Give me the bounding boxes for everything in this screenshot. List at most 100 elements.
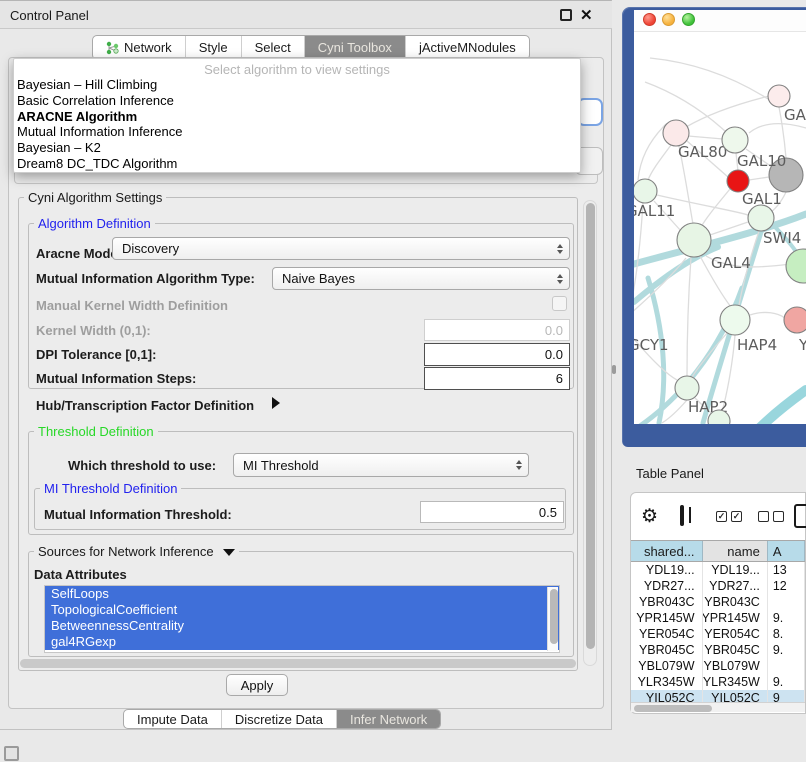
attribute-item-gal4rgexp[interactable]: gal4RGexp (45, 634, 559, 650)
table-body: YDL19...YDL19...13YDR27...YDR27...12YBR0… (631, 562, 805, 702)
kernel-width-label: Kernel Width (0,1): (36, 323, 151, 338)
algorithm-option-bayesian-hill-climbing[interactable]: Bayesian – Hill Climbing (14, 77, 580, 93)
kernel-width-field[interactable]: 0.0 (424, 319, 570, 341)
algorithm-option-bayesian-k2[interactable]: Bayesian – K2 (14, 140, 580, 156)
tab-network[interactable]: Network (93, 36, 185, 59)
table-row[interactable]: YPR145WYPR145W9. (631, 610, 805, 626)
select-all-checkbox-icon-2[interactable]: ✓ (731, 511, 742, 522)
table-settings-gear-icon[interactable]: ⚙ (641, 507, 658, 526)
network-window-titlebar (634, 10, 806, 32)
threshold-definition-title: Threshold Definition (34, 424, 158, 439)
network-view[interactable]: GALGAL80GAL10GAL1GAL11SWI4GAL4GCY1HAP4YH… (634, 10, 806, 424)
zoom-window-icon[interactable] (682, 13, 695, 26)
dpi-tolerance-label: DPI Tolerance [0,1]: (36, 347, 156, 362)
tab-cyni-toolbox[interactable]: Cyni Toolbox (304, 36, 405, 59)
network-node-gal[interactable] (768, 85, 790, 107)
network-node-gal4[interactable] (677, 223, 711, 257)
table-row[interactable]: YDL19...YDL19...13 (631, 562, 805, 578)
panel-splitter-handle[interactable] (612, 365, 616, 374)
table-row[interactable]: YER054CYER054C8. (631, 626, 805, 642)
collapsed-panel-icon[interactable] (4, 746, 19, 761)
control-panel-titlebar: Control Panel ✕ (0, 1, 612, 29)
manual-kernel-width-checkbox[interactable] (552, 296, 567, 311)
apply-button[interactable]: Apply (226, 674, 288, 696)
table-horizontal-scrollbar[interactable] (631, 702, 805, 712)
table-row[interactable]: YBL079WYBL079W (631, 658, 805, 674)
algorithm-option-basic-correlation-inference[interactable]: Basic Correlation Inference (14, 93, 580, 109)
node-label-y: Y (798, 336, 806, 354)
algorithm-option-dream8-dc-tdc-algorithm[interactable]: Dream8 DC_TDC Algorithm (14, 156, 580, 172)
table-cell: YLR345W (703, 674, 768, 690)
algorithm-option-mutual-information-inference[interactable]: Mutual Information Inference (14, 124, 580, 140)
attributes-scrollbar[interactable] (547, 587, 558, 651)
node-label-hap4: HAP4 (737, 336, 777, 354)
mi-steps-field[interactable]: 6 (424, 367, 570, 390)
node-table: shared...nameA YDL19...YDL19...13YDR27..… (631, 540, 805, 702)
table-row[interactable]: YDR27...YDR27...12 (631, 578, 805, 594)
table-cell: YBL079W (631, 658, 703, 674)
mi-algorithm-type-select[interactable]: Naive Bayes (272, 267, 570, 290)
attribute-item-selfloops[interactable]: SelfLoops (45, 586, 559, 602)
collapse-sources-icon[interactable] (223, 549, 235, 556)
stepper-icon (557, 244, 563, 254)
table-cell: YER054C (703, 626, 768, 642)
which-threshold-select[interactable]: MI Threshold (233, 453, 529, 477)
settings-vertical-scrollbar[interactable] (583, 200, 597, 666)
bottom-tab-infer-network[interactable]: Infer Network (336, 710, 440, 728)
aracne-mode-select[interactable]: Discovery (112, 237, 570, 260)
column-header-shared[interactable]: shared... (631, 541, 703, 561)
float-panel-icon[interactable] (560, 9, 572, 21)
cyni-bottom-tabs: Impute Data Discretize Data Infer Network (123, 709, 441, 729)
minimize-window-icon[interactable] (662, 13, 675, 26)
table-cell: YBL079W (703, 658, 768, 674)
network-node-gal11[interactable] (634, 179, 657, 203)
network-node-y[interactable] (784, 307, 806, 333)
table-cell: 9. (768, 610, 805, 626)
tab-select[interactable]: Select (241, 36, 304, 59)
bottom-tab-impute-data[interactable]: Impute Data (124, 710, 221, 728)
bottom-tab-infer-network-label: Infer Network (350, 712, 427, 727)
table-cell: 8. (768, 626, 805, 642)
new-table-icon[interactable] (794, 504, 806, 528)
network-node[interactable] (786, 249, 806, 283)
table-row[interactable]: YBR043CYBR043C (631, 594, 805, 610)
show-columns-icon[interactable] (680, 505, 684, 526)
aracne-mode-value: Discovery (122, 241, 179, 256)
network-node-gal1[interactable] (727, 170, 749, 192)
column-header-a[interactable]: A (768, 541, 805, 561)
settings-horizontal-scrollbar[interactable] (20, 658, 576, 669)
network-node-hap2[interactable] (675, 376, 699, 400)
table-row[interactable]: YIL052CYIL052C9 (631, 690, 805, 702)
table-cell: 9 (768, 690, 805, 702)
manual-kernel-width-label: Manual Kernel Width Definition (36, 298, 228, 313)
expand-hub-section-icon[interactable] (272, 397, 280, 409)
node-label-gcy1: GCY1 (634, 336, 669, 354)
deselect-all-checkbox-icon-2[interactable] (773, 511, 784, 522)
data-attributes-label: Data Attributes (34, 567, 127, 582)
tab-network-label: Network (124, 40, 172, 55)
bottom-tab-discretize-data[interactable]: Discretize Data (221, 710, 336, 728)
mi-threshold-field[interactable]: 0.5 (420, 501, 564, 523)
mi-steps-label: Mutual Information Steps: (36, 371, 196, 386)
network-node-gal10[interactable] (722, 127, 748, 153)
network-node-swi4[interactable] (748, 205, 774, 231)
close-window-icon[interactable] (643, 13, 656, 26)
hub-definition-label: Hub/Transcription Factor Definition (36, 398, 254, 413)
table-row[interactable]: YLR345WYLR345W9. (631, 674, 805, 690)
tab-style-label: Style (199, 40, 228, 55)
table-cell: YDR27... (631, 578, 703, 594)
deselect-all-checkbox-icon[interactable] (758, 511, 769, 522)
tab-style[interactable]: Style (185, 36, 241, 59)
bottom-tab-impute-data-label: Impute Data (137, 712, 208, 727)
select-all-checkbox-icon[interactable]: ✓ (716, 511, 727, 522)
cyni-algorithm-settings-title: Cyni Algorithm Settings (24, 190, 166, 205)
close-panel-icon[interactable]: ✕ (580, 6, 593, 24)
dpi-tolerance-field[interactable]: 0.0 (424, 343, 570, 366)
tab-jactivemnodules[interactable]: jActiveMNodules (405, 36, 529, 59)
column-header-name[interactable]: name (703, 541, 768, 561)
table-row[interactable]: YBR045CYBR045C9. (631, 642, 805, 658)
attribute-item-topologicalcoefficient[interactable]: TopologicalCoefficient (45, 602, 559, 618)
network-node-hap4[interactable] (720, 305, 750, 335)
algorithm-option-aracne-algorithm[interactable]: ARACNE Algorithm (14, 109, 580, 125)
attribute-item-betweennesscentrality[interactable]: BetweennessCentrality (45, 618, 559, 634)
